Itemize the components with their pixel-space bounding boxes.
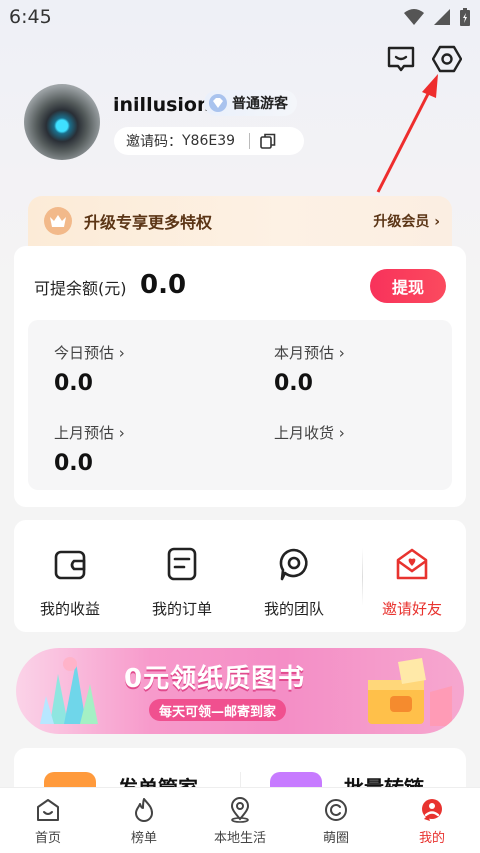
location-icon: [230, 797, 250, 823]
status-bar: 6:45: [0, 0, 480, 34]
tab-rankings[interactable]: 榜单: [96, 788, 192, 853]
invite-icon: [396, 548, 428, 580]
menu-my-earnings[interactable]: 我的收益: [20, 546, 120, 619]
menu-label: 我的收益: [39, 600, 100, 618]
signal-icon: [434, 9, 450, 25]
menu-my-team[interactable]: 我的团队: [244, 546, 344, 619]
diamond-icon: [209, 94, 227, 112]
battery-icon: [460, 8, 470, 26]
home-icon: [37, 799, 59, 821]
tab-label: 本地生活: [213, 831, 266, 846]
stat-label: 上月收货 ›: [274, 424, 345, 442]
stat-value: 0.0: [54, 371, 93, 396]
banner-subtitle: 每天可领—邮寄到家: [149, 699, 287, 721]
balance-card: 可提余额(元) 0.0 提现 今日预估 › 0.0 本月预估 › 0.0 上月预…: [14, 246, 466, 507]
team-icon: [279, 548, 308, 581]
stat-today[interactable]: 今日预估 › 0.0: [54, 342, 125, 396]
invite-code: Y86E39: [182, 133, 236, 149]
status-time: 6:45: [9, 6, 52, 28]
avatar[interactable]: [24, 84, 100, 160]
bottom-tab-bar: 首页 榜单 本地生活 萌圈 我的: [0, 787, 480, 853]
level-label: 普通游客: [232, 96, 288, 112]
balance-label: 可提余额(元): [34, 279, 127, 298]
circle-chat-icon: [325, 799, 347, 821]
gift-box-illustration: [368, 658, 452, 726]
stat-value: 0.0: [274, 371, 313, 396]
tab-meng-circle[interactable]: 萌圈: [288, 788, 384, 853]
crown-icon: [44, 207, 72, 235]
vip-upgrade-link[interactable]: 升级会员 ›: [373, 211, 440, 231]
banner-title: 0元领纸质图书: [124, 664, 306, 694]
stat-value: 0.0: [54, 451, 93, 476]
menu-label: 我的订单: [151, 600, 212, 618]
menu-label: 我的团队: [263, 600, 324, 618]
stat-label: 本月预估 ›: [274, 344, 345, 362]
menu-label: 邀请好友: [381, 600, 442, 618]
promo-banner[interactable]: 0元领纸质图书 每天可领—邮寄到家: [16, 648, 464, 734]
profile-icon: [422, 799, 442, 821]
tab-mine[interactable]: 我的: [384, 788, 480, 853]
tab-label: 我的: [418, 831, 445, 846]
vip-upgrade-bar[interactable]: 升级专享更多特权 升级会员 ›: [28, 196, 452, 246]
order-icon: [167, 547, 197, 581]
menu-invite-friends[interactable]: 邀请好友: [362, 546, 462, 619]
wifi-icon: [404, 9, 424, 25]
tab-home[interactable]: 首页: [0, 788, 96, 853]
withdraw-button[interactable]: 提现: [370, 269, 446, 303]
tab-label: 萌圈: [322, 831, 349, 846]
tab-label: 榜单: [130, 831, 157, 846]
stat-last-month[interactable]: 上月预估 › 0.0: [54, 422, 125, 476]
level-badge[interactable]: 普通游客: [204, 90, 297, 116]
status-icons: [404, 8, 470, 26]
wallet-icon: [54, 550, 86, 580]
balance-value: 0.0: [140, 270, 187, 300]
invite-label: 邀请码：: [126, 134, 182, 150]
stat-this-month[interactable]: 本月预估 › 0.0: [274, 342, 345, 396]
menu-my-orders[interactable]: 我的订单: [132, 546, 232, 619]
username: inillusion: [113, 94, 211, 116]
flame-icon: [135, 798, 153, 822]
copy-icon[interactable]: [260, 133, 276, 149]
tab-label: 首页: [34, 831, 61, 846]
stat-last-month-received[interactable]: 上月收货 ›: [274, 422, 345, 451]
stats-box: 今日预估 › 0.0 本月预估 › 0.0 上月预估 › 0.0 上月收货 ›: [28, 320, 452, 490]
invite-code-box: 邀请码： Y86E39: [114, 127, 304, 155]
menu-card: 我的收益 我的订单 我的团队 邀请好友: [14, 520, 466, 632]
annotation-arrow: [376, 74, 438, 193]
stat-label: 今日预估 ›: [54, 344, 125, 362]
divider: [249, 133, 251, 149]
vip-title: 升级专享更多特权: [84, 213, 213, 232]
crystal-illustration: [40, 657, 98, 724]
stat-label: 上月预估 ›: [54, 424, 125, 442]
tab-local-life[interactable]: 本地生活: [192, 788, 288, 853]
